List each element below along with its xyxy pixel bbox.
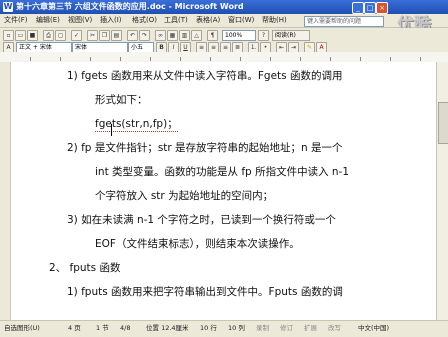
- status-line: 10 行: [200, 324, 217, 332]
- paste-icon[interactable]: ▤: [111, 30, 122, 41]
- status-bar: 自选图形(U) 4 页 1 节 4/8 位置 12.4厘米 10 行 10 列 …: [0, 320, 448, 337]
- scrollbar-thumb[interactable]: [438, 102, 448, 144]
- menu-file[interactable]: 文件(F): [4, 16, 28, 25]
- doc-line: 1) fgets 函数用来从文件中读入字符串。Fgets 函数的调用: [67, 70, 343, 82]
- window-title: 第十六章第三节 六组文件函数的应用.doc - Microsoft Word: [16, 2, 244, 11]
- title-bar: W 第十六章第三节 六组文件函数的应用.doc - Microsoft Word…: [0, 0, 448, 14]
- doc-line: fgets(str,n,fp)；: [95, 118, 178, 132]
- close-button[interactable]: ×: [376, 2, 388, 14]
- menu-window[interactable]: 窗口(W): [228, 16, 254, 25]
- help-icon[interactable]: ?: [258, 30, 269, 41]
- menu-insert[interactable]: 插入(I): [100, 16, 122, 25]
- copy-icon[interactable]: ❐: [99, 30, 110, 41]
- zoom-select[interactable]: 100%: [222, 30, 256, 41]
- status-page-of: 4/8: [120, 324, 131, 332]
- cut-icon[interactable]: ✂: [87, 30, 98, 41]
- doc-heading: 2、 fputs 函数: [49, 262, 121, 274]
- undo-icon[interactable]: ↶: [127, 30, 138, 41]
- status-section: 1 节: [96, 324, 109, 332]
- menu-edit[interactable]: 编辑(E): [36, 16, 60, 25]
- doc-line: 2) fp 是文件指针；str 是存放字符串的起始地址；n 是一个: [67, 142, 343, 154]
- drawing-icon[interactable]: △: [191, 30, 202, 41]
- doc-line: EOF（文件结束标志），则结束本次读操作。: [95, 238, 300, 250]
- status-extend[interactable]: 扩展: [304, 324, 317, 333]
- new-icon[interactable]: ▫: [3, 30, 14, 41]
- spelling-icon[interactable]: ✓: [71, 30, 82, 41]
- open-icon[interactable]: ▭: [15, 30, 26, 41]
- table-icon[interactable]: ▦: [167, 30, 178, 41]
- menu-view[interactable]: 视图(V): [68, 16, 92, 25]
- print-icon[interactable]: ⎙: [43, 30, 54, 41]
- status-record[interactable]: 录制: [256, 324, 269, 333]
- hyperlink-icon[interactable]: ∞: [155, 30, 166, 41]
- show-hide-icon[interactable]: ¶: [207, 30, 218, 41]
- status-overtype[interactable]: 改写: [328, 324, 341, 333]
- draw-menu-label[interactable]: 自选图形(U): [4, 324, 40, 333]
- menu-format[interactable]: 格式(O): [132, 16, 157, 25]
- document-page[interactable]: 1) fgets 函数用来从文件中读入字符串。Fgets 函数的调用 形式如下：…: [11, 62, 436, 320]
- print-preview-icon[interactable]: ◻: [55, 30, 66, 41]
- doc-line: 3) 如在未读满 n-1 个字符之时，已读到一个换行符或一个: [67, 214, 336, 226]
- word-app-icon[interactable]: W: [3, 2, 13, 12]
- vertical-ruler: [0, 62, 11, 320]
- redo-icon[interactable]: ↷: [139, 30, 150, 41]
- standard-toolbar: ▫ ▭ ■ ⎙ ◻ ✓ ✂ ❐ ▤ ↶ ↷ ∞ ▦ ▥ △ ¶ 100% ? 阅…: [0, 28, 448, 42]
- help-search-input[interactable]: 键入需要帮助的问题: [304, 16, 384, 27]
- save-icon[interactable]: ■: [27, 30, 38, 41]
- menu-tools[interactable]: 工具(T): [164, 16, 188, 25]
- doc-line: 个字符放入 str 为起始地址的空间内；: [95, 190, 274, 202]
- doc-line: 形式如下：: [95, 94, 148, 106]
- minimize-button[interactable]: _: [352, 2, 364, 14]
- status-position: 位置 12.4厘米: [146, 324, 189, 332]
- menu-table[interactable]: 表格(A): [196, 16, 220, 25]
- status-track-changes[interactable]: 修订: [280, 324, 293, 333]
- vertical-scrollbar[interactable]: [436, 62, 448, 320]
- status-page: 4 页: [68, 324, 81, 332]
- menu-help[interactable]: 帮助(H): [262, 16, 287, 25]
- doc-line: 1) fputs 函数用来把字符串输出到文件中。Fputs 函数的调: [67, 286, 343, 298]
- columns-icon[interactable]: ▥: [179, 30, 190, 41]
- read-mode-button[interactable]: 阅读(R): [272, 30, 310, 41]
- text-cursor: [111, 124, 112, 136]
- status-language: 中文(中国): [358, 324, 390, 332]
- doc-line: int 类型变量。函数的功能是从 fp 所指文件中读入 n-1: [95, 166, 350, 178]
- status-column: 10 列: [228, 324, 245, 332]
- maximize-button[interactable]: □: [364, 2, 376, 14]
